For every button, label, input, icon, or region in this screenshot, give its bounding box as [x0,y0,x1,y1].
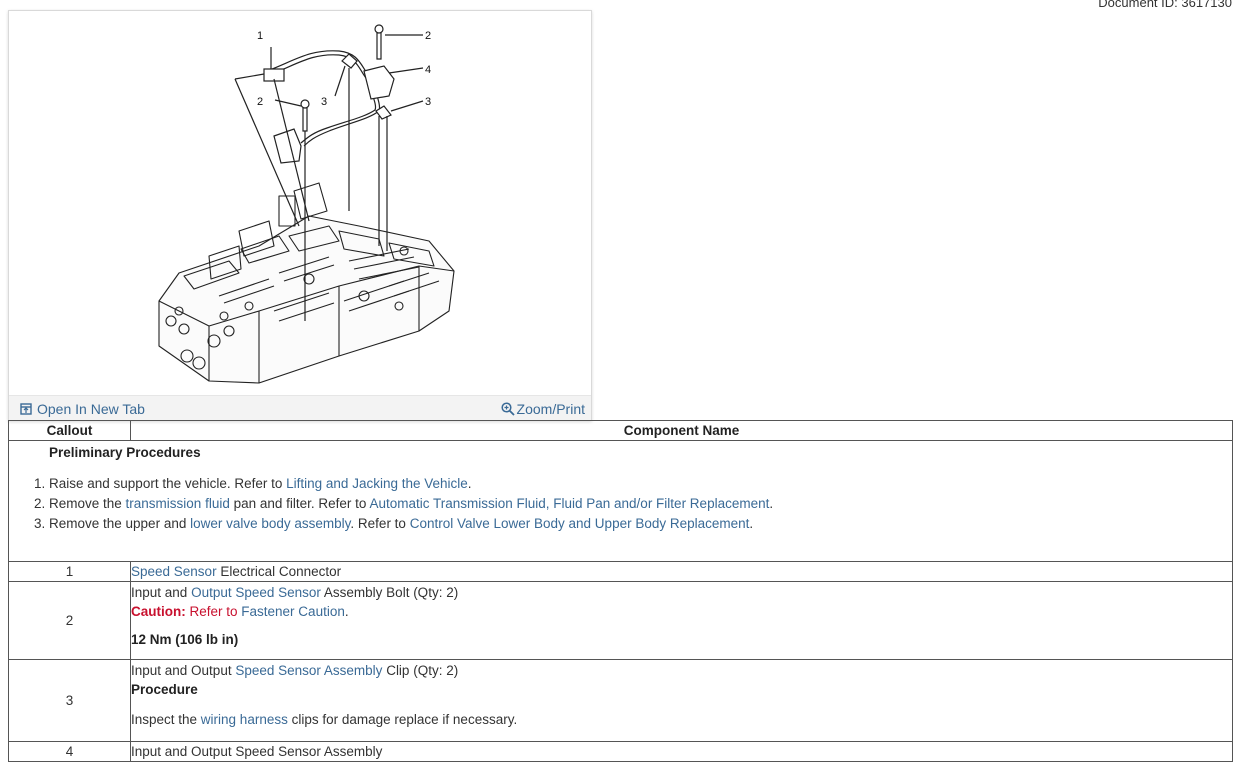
row-4-component: Input and Output Speed Sensor Assembly [130,741,1233,762]
step-3-text-b: . Refer to [350,516,410,531]
inspect-text-b: clips for damage replace if necessary. [287,712,518,727]
torque-spec: 12 Nm (106 lb in) [131,632,239,647]
row-1-text: Electrical Connector [216,564,342,579]
row-3-inspect: Inspect the wiring harness clips for dam… [131,710,1232,729]
row-2-title: Input and Output Speed Sensor Assembly B… [131,583,1232,602]
open-new-tab-link[interactable]: Open In New Tab [20,401,145,417]
caution-label: Caution: [131,604,186,619]
callout-label-3-right: 3 [425,96,431,108]
preliminary-cell: Preliminary Procedures Raise and support… [8,440,1233,562]
preliminary-row: Preliminary Procedures Raise and support… [8,440,1233,562]
link-lower-valve-body[interactable]: lower valve body assembly [190,516,350,531]
zoom-icon [500,402,515,416]
step-2-text-b: pan and filter. Refer to [229,496,370,511]
callout-label-2-left: 2 [257,96,263,108]
link-control-valve-replacement[interactable]: Control Valve Lower Body and Upper Body … [410,516,750,531]
table-row: 4 Input and Output Speed Sensor Assembly [8,741,1233,762]
zoom-print-label: Zoom/Print [516,401,585,417]
preliminary-steps: Raise and support the vehicle. Refer to … [9,474,1232,534]
link-output-speed-sensor[interactable]: Output Speed Sensor [191,585,321,600]
callout-label-3-left: 3 [321,96,327,108]
figure-panel: 1 2 4 3 3 2 Open In New Tab Zoom/Print [8,10,592,421]
row-3-component: Input and Output Speed Sensor Assembly C… [130,659,1233,742]
row-2-text-b: Assembly Bolt (Qty: 2) [320,585,459,600]
step-2-end: . [769,496,774,511]
callout-label-2-top: 2 [425,30,431,42]
step-1: Raise and support the vehicle. Refer to … [49,474,1232,494]
row-3-callout: 3 [8,659,131,742]
document-id: Document ID: 3617130 [1098,0,1232,10]
step-3: Remove the upper and lower valve body as… [49,514,1232,534]
callout-label-1: 1 [257,30,263,42]
header-callout: Callout [8,420,131,441]
link-lifting-jacking[interactable]: Lifting and Jacking the Vehicle [286,476,468,491]
row-1-component: Speed Sensor Electrical Connector [130,561,1233,582]
components-table: Callout Component Name Preliminary Proce… [8,420,1233,762]
procedure-heading: Procedure [131,682,198,697]
row-1-callout: 1 [8,561,131,582]
link-speed-sensor-assembly[interactable]: Speed Sensor Assembly [235,663,382,678]
step-2-text-a: Remove the [49,496,126,511]
step-2: Remove the transmission fluid pan and fi… [49,494,1232,514]
step-3-text-a: Remove the upper and [49,516,191,531]
inspect-text-a: Inspect the [131,712,201,727]
preliminary-title: Preliminary Procedures [49,445,201,460]
row-4-callout: 4 [8,741,131,762]
open-new-tab-label: Open In New Tab [37,401,145,417]
row-2-callout: 2 [8,581,131,660]
link-speed-sensor[interactable]: Speed Sensor [131,564,217,579]
step-3-end: . [749,516,754,531]
row-2-text-a: Input and [131,585,192,600]
table-row: 3 Input and Output Speed Sensor Assembly… [8,659,1233,742]
row-2-caution: Caution: Refer to Fastener Caution. [131,602,1232,621]
link-fastener-caution[interactable]: Fastener Caution [241,604,345,619]
zoom-print-link[interactable]: Zoom/Print [500,401,585,417]
transmission-illustration[interactable]: 1 2 4 3 3 2 [9,11,591,395]
row-2-component: Input and Output Speed Sensor Assembly B… [130,581,1233,660]
row-3-title: Input and Output Speed Sensor Assembly C… [131,661,1232,680]
step-1-end: . [467,476,472,491]
row-3-text-a: Input and Output [131,663,236,678]
caution-end: . [344,604,349,619]
callout-label-4: 4 [425,64,431,76]
header-component-name: Component Name [130,420,1233,441]
link-transmission-fluid[interactable]: transmission fluid [126,496,230,511]
link-fluid-pan-filter-replacement[interactable]: Automatic Transmission Fluid, Fluid Pan … [369,496,769,511]
table-row: 2 Input and Output Speed Sensor Assembly… [8,581,1233,660]
link-wiring-harness[interactable]: wiring harness [201,712,288,727]
row-3-text-b: Clip (Qty: 2) [382,663,459,678]
table-row: 1 Speed Sensor Electrical Connector [8,561,1233,582]
caution-text: Refer to [185,604,242,619]
figure-toolbar: Open In New Tab Zoom/Print [9,395,591,421]
step-1-text: Raise and support the vehicle. Refer to [49,476,287,491]
table-header-row: Callout Component Name [8,420,1233,441]
new-tab-icon [20,403,32,415]
